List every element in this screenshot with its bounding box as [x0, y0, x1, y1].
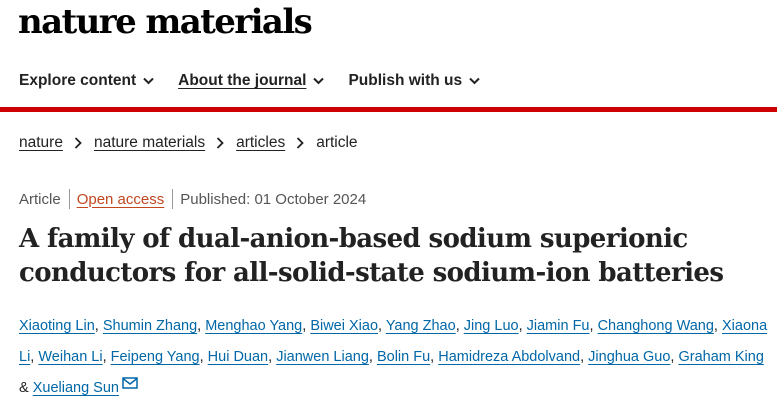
open-access-link[interactable]: Open access — [77, 191, 165, 208]
nav-about-the-journal-label: About the journal — [178, 72, 307, 89]
author-link[interactable]: Jinghua Guo — [588, 349, 670, 365]
main-navigation: Explore content About the journal Publis… — [19, 70, 504, 92]
author-link[interactable]: Changhong Wang — [598, 318, 714, 334]
author-link[interactable]: Jiamin Fu — [527, 318, 590, 334]
published-date: Published: 01 October 2024 — [180, 190, 367, 208]
author-link[interactable]: Hamidreza Abdolvand — [438, 349, 580, 365]
author-link[interactable]: Hui Duan — [208, 349, 268, 365]
author-link[interactable]: Graham King — [678, 349, 763, 365]
breadcrumb-current-article: article — [316, 134, 358, 151]
chevron-down-icon — [469, 77, 480, 85]
author-link[interactable]: Jing Luo — [464, 318, 519, 334]
author-link[interactable]: Yang Zhao — [386, 318, 456, 334]
chevron-right-icon — [74, 137, 82, 149]
author-link[interactable]: Menghao Yang — [205, 318, 302, 334]
meta-divider — [68, 189, 70, 209]
nav-publish-with-us-label: Publish with us — [348, 72, 463, 89]
chevron-right-icon — [216, 137, 224, 149]
email-icon[interactable] — [122, 377, 138, 389]
nav-about-the-journal[interactable]: About the journal — [178, 72, 325, 90]
author-link[interactable]: Shumin Zhang — [103, 318, 197, 334]
author-link[interactable]: Weihan Li — [38, 349, 102, 365]
breadcrumb-link-articles[interactable]: articles — [236, 134, 285, 152]
author-link[interactable]: Feipeng Yang — [111, 349, 200, 365]
chevron-right-icon — [297, 137, 304, 149]
article-type: Article — [19, 190, 61, 208]
nav-explore-content[interactable]: Explore content — [19, 72, 154, 90]
article-title: A family of dual-anion-based sodium supe… — [19, 224, 724, 288]
nav-explore-content-label: Explore content — [19, 72, 137, 89]
nav-publish-with-us[interactable]: Publish with us — [348, 72, 480, 90]
breadcrumb-link-nature-materials[interactable]: nature materials — [94, 134, 205, 152]
breadcrumb: nature nature materials articles article — [19, 134, 358, 152]
author-link[interactable]: Jianwen Liang — [276, 349, 369, 365]
chevron-down-icon — [143, 77, 154, 85]
meta-divider — [172, 189, 174, 209]
chevron-down-icon — [313, 77, 325, 85]
author-link[interactable]: Biwei Xiao — [310, 318, 378, 334]
author-link[interactable]: Xiaoting Lin — [19, 318, 95, 334]
author-list: Xiaoting Lin, Shumin Zhang, Menghao Yang… — [19, 318, 768, 396]
journal-logo[interactable]: nature materials — [18, 2, 313, 42]
breadcrumb-link-nature[interactable]: nature — [19, 134, 63, 152]
author-link[interactable]: Bolin Fu — [377, 349, 430, 365]
article-meta: Article Open access Published: 01 Octobe… — [19, 189, 366, 209]
author-link[interactable]: Xueliang Sun — [33, 380, 119, 396]
header-divider — [0, 107, 777, 112]
